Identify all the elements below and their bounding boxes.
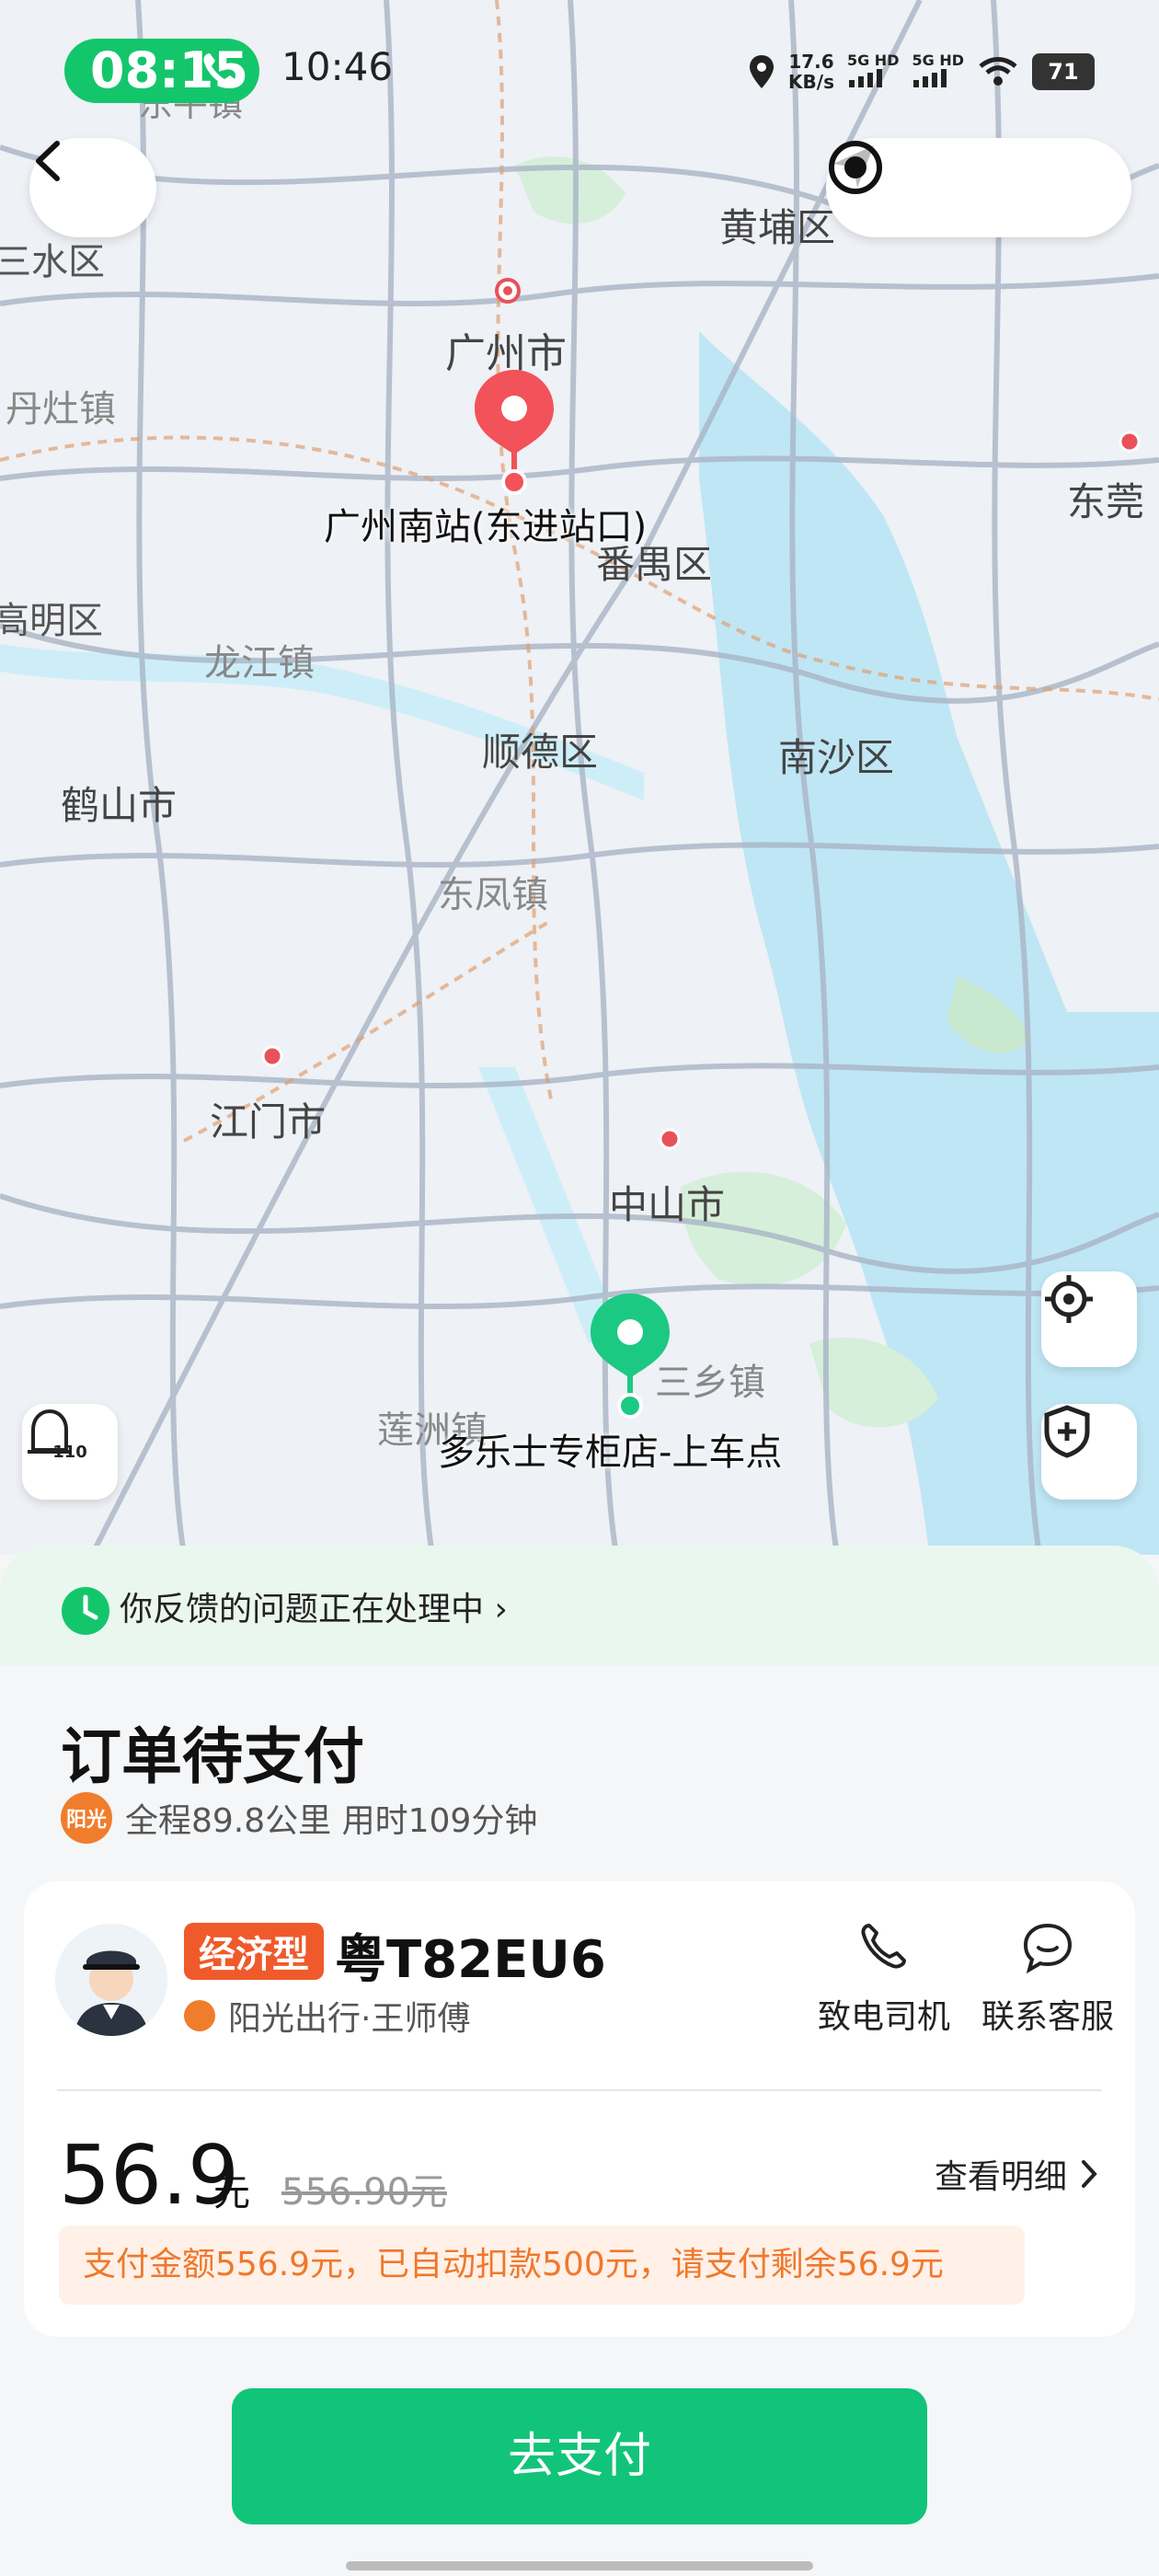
contact-service-label: 联系客服	[981, 1998, 1114, 2036]
view-detail-label: 查看明细	[934, 2158, 1067, 2196]
brand-badge: 阳光	[61, 1792, 112, 1844]
call-driver-label: 致电司机	[817, 1998, 950, 2036]
signal-1: 5G HD	[846, 52, 900, 91]
crosshair-icon	[1045, 1275, 1093, 1323]
net-speed-unit: KB/s	[788, 71, 834, 93]
driver-avatar	[55, 1924, 167, 2036]
map-view[interactable]: 东平镇 黄埔区 广州市 三水区 丹灶镇 东莞 番禺区 高明区 龙江镇 顺德区 南…	[0, 0, 1159, 1555]
map-label: 三水区	[0, 241, 105, 283]
wifi-icon	[979, 57, 1017, 86]
driver-avatar-icon	[55, 1924, 167, 2036]
feedback-banner[interactable]: 你反馈的问题正在处理中 ›	[0, 1546, 1159, 1665]
map-label: 三乡镇	[655, 1362, 765, 1404]
original-price: 556.90元	[281, 2171, 447, 2214]
map-label: 顺德区	[482, 730, 599, 775]
locate-button[interactable]	[1041, 1271, 1137, 1367]
map-top-controls	[826, 138, 1131, 237]
location-icon	[750, 55, 775, 88]
signal-bars-icon	[848, 69, 882, 87]
map-label: 高明区	[0, 600, 103, 642]
signal-2-label: 5G HD	[912, 52, 964, 69]
shield-plus-icon	[1044, 1405, 1090, 1458]
signal-1-label: 5G HD	[846, 52, 900, 69]
call-driver-button[interactable]: 致电司机	[806, 1920, 962, 2038]
amount-unit: 元	[213, 2172, 250, 2214]
pickup-label: 多乐士专柜店-上车点	[438, 1432, 783, 1474]
phone-icon	[861, 1924, 906, 1969]
map-label: 东莞	[1067, 479, 1145, 524]
destination-pin-icon[interactable]	[475, 370, 554, 499]
net-speed: 17.6 KB/s	[788, 52, 834, 92]
map-label: 黄埔区	[719, 205, 836, 250]
safety-button[interactable]	[1041, 1404, 1137, 1500]
police-110-label: 110	[52, 1443, 87, 1462]
map-label: 中山市	[609, 1182, 726, 1227]
chat-bubble-icon	[1023, 1923, 1073, 1974]
driver-company: 阳光出行·王师傅	[184, 1992, 470, 2040]
car-type-tag: 经济型	[184, 1923, 324, 1980]
battery-indicator: 71	[1032, 53, 1095, 90]
view-detail-link[interactable]: 查看明细	[935, 2150, 1098, 2198]
signal-bars-icon	[913, 69, 947, 87]
pickup-pin-icon[interactable]	[591, 1294, 670, 1422]
map-label: 鹤山市	[61, 783, 178, 828]
payment-notice: 支付金额556.9元，已自动扣款500元，请支付剩余56.9元	[59, 2225, 1025, 2305]
license-plate: 粤T82EU6	[335, 1930, 606, 1990]
amount-due: 56.9	[59, 2128, 239, 2223]
signal-2: 5G HD	[912, 52, 964, 91]
feedback-text: 你反馈的问题正在处理中 ›	[120, 1591, 508, 1628]
target-icon[interactable]	[826, 138, 885, 197]
chevron-right-icon	[1082, 2160, 1097, 2188]
status-icons: 17.6 KB/s 5G HD 5G HD 71	[748, 46, 1095, 98]
order-title: 订单待支付	[61, 1721, 364, 1792]
map-label: 江门市	[210, 1099, 327, 1144]
divider	[57, 2089, 1102, 2091]
net-speed-value: 17.6	[788, 51, 834, 73]
pay-button[interactable]: 去支付	[232, 2388, 927, 2524]
police-110-button[interactable]: 110	[22, 1404, 118, 1500]
contact-service-button[interactable]: 联系客服	[970, 1920, 1126, 2038]
map-label: 龙江镇	[204, 642, 315, 684]
call-timer-pill[interactable]: 08:15	[64, 39, 259, 103]
back-button[interactable]	[29, 138, 156, 237]
status-bar: 08:15 10:46 17.6 KB/s 5G HD 5G HD 71	[0, 0, 1159, 138]
map-label: 南沙区	[778, 735, 895, 780]
map-label: 东凤镇	[438, 874, 548, 916]
home-indicator[interactable]	[346, 2561, 813, 2570]
clock-icon	[62, 1587, 109, 1635]
map-label: 丹灶镇	[6, 388, 116, 431]
phone-icon	[203, 53, 237, 87]
trip-summary: 阳光 全程89.8公里 用时109分钟	[61, 1792, 537, 1844]
trip-info: 全程89.8公里 用时109分钟	[125, 1802, 538, 1840]
company-name: 阳光出行·王师傅	[228, 2000, 471, 2038]
destination-label: 广州南站(东进站口)	[324, 506, 648, 548]
clock: 10:46	[281, 44, 394, 89]
chevron-left-icon	[36, 141, 60, 181]
brand-logo-icon	[184, 2000, 215, 2031]
driver-card: 经济型 粤T82EU6 阳光出行·王师傅 致电司机 联系客服 56.9 元 55…	[24, 1881, 1135, 2337]
